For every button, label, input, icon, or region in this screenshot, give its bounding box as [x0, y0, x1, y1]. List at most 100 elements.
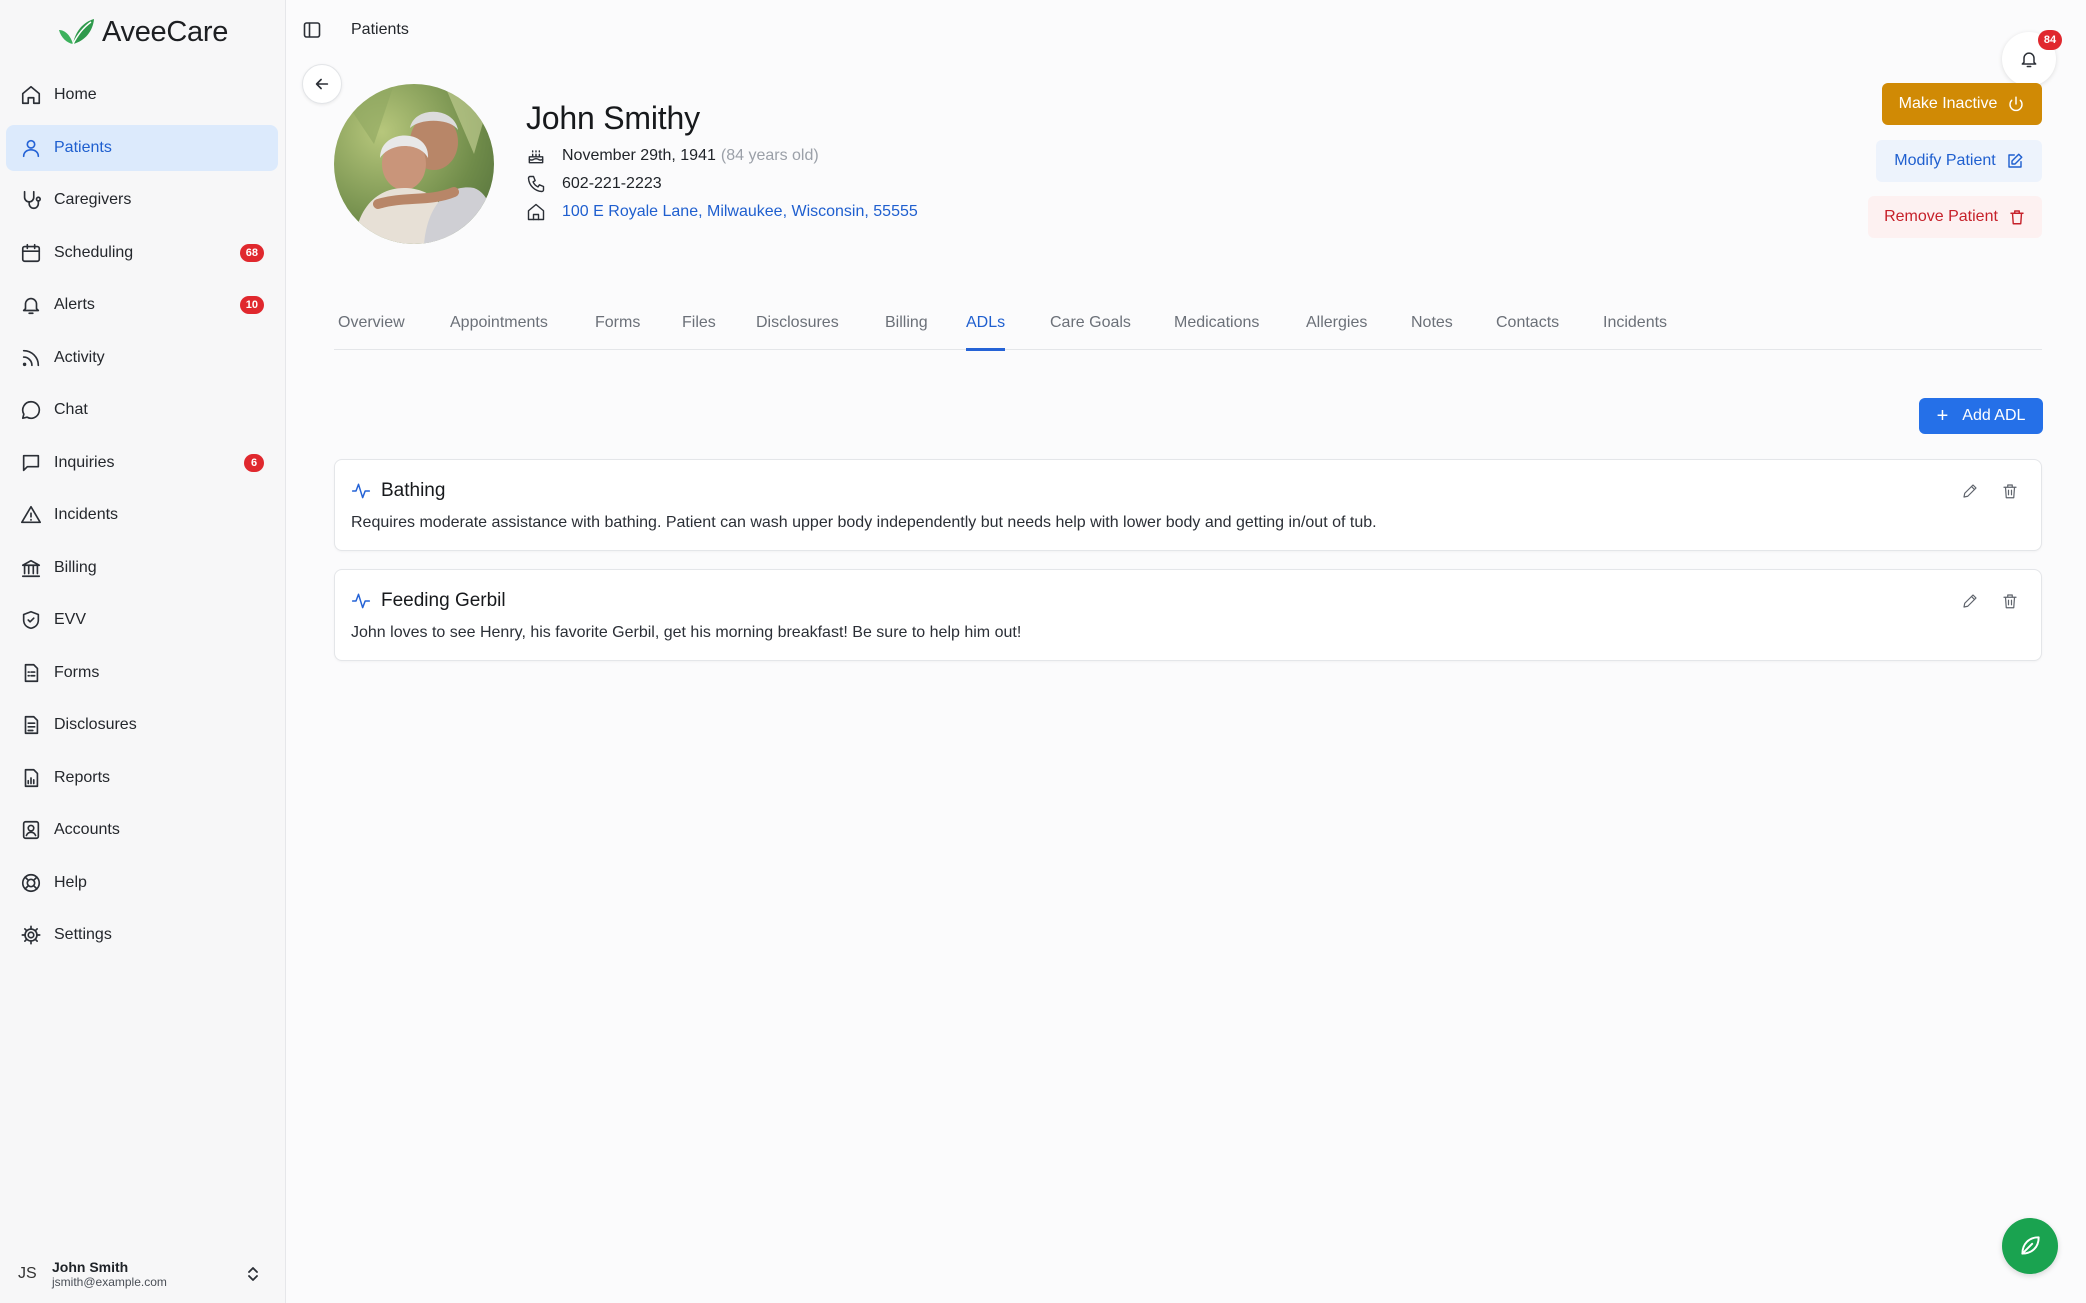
tab-forms[interactable]: Forms: [595, 314, 640, 348]
sidebar-item-scheduling[interactable]: Scheduling 68: [6, 230, 278, 276]
notification-count-badge: 84: [2038, 30, 2062, 50]
sidebar-item-help[interactable]: Help: [6, 860, 278, 906]
message-square-icon: [20, 452, 42, 474]
tab-care-goals[interactable]: Care Goals: [1050, 314, 1131, 348]
sidebar-toggle-icon[interactable]: [302, 20, 322, 40]
make-inactive-label: Make Inactive: [1898, 95, 1998, 112]
leaf-logo-icon: [59, 19, 94, 45]
brand-name: AveeCare: [102, 15, 229, 48]
sidebar-item-billing[interactable]: Billing: [6, 545, 278, 591]
sidebar-item-inquiries[interactable]: Inquiries 6: [6, 440, 278, 486]
sidebar-item-label: Alerts: [54, 296, 95, 313]
alerts-count-badge: 10: [239, 296, 264, 314]
tab-appointments[interactable]: Appointments: [450, 314, 548, 348]
bell-icon: [20, 294, 42, 316]
phone-icon: [526, 174, 546, 194]
stethoscope-icon: [20, 189, 42, 211]
tab-allergies[interactable]: Allergies: [1306, 314, 1367, 348]
sidebar-item-home[interactable]: Home: [6, 72, 278, 118]
adl-description: Requires moderate assistance with bathin…: [351, 514, 1377, 531]
adl-description: John loves to see Henry, his favorite Ge…: [351, 624, 1022, 641]
chevron-up-down-icon: [248, 1267, 258, 1281]
bell-icon: [2021, 52, 2037, 68]
home-icon: [20, 84, 42, 106]
tab-billing[interactable]: Billing: [885, 314, 928, 348]
tab-files[interactable]: Files: [682, 314, 716, 348]
sidebar-item-forms[interactable]: Forms: [6, 650, 278, 696]
sidebar-item-label: Forms: [54, 663, 100, 681]
sidebar-item-disclosures[interactable]: Disclosures: [6, 702, 278, 748]
user-info: John Smith jsmith@example.com: [52, 1259, 167, 1289]
edit-adl-button[interactable]: [1961, 482, 1979, 500]
adl-title: Bathing: [381, 480, 446, 501]
patient-address-link[interactable]: 100 E Royale Lane, Milwaukee, Wisconsin,…: [562, 203, 918, 221]
breadcrumb[interactable]: Patients: [351, 21, 409, 39]
sidebar-item-accounts[interactable]: Accounts: [6, 807, 278, 853]
sidebar-item-activity[interactable]: Activity: [6, 335, 278, 381]
user-account-menu[interactable]: JS John Smith jsmith@example.com: [18, 1256, 274, 1292]
adl-card: Feeding Gerbil John loves to see Henry, …: [334, 569, 2042, 661]
sidebar-nav: Home Patients Caregivers Scheduling 68 A…: [6, 72, 278, 965]
patient-name: John Smithy: [526, 100, 700, 136]
pencil-icon: [1963, 484, 1977, 498]
adl-card: Bathing Requires moderate assistance wit…: [334, 459, 2042, 551]
report-chart-icon: [20, 767, 42, 789]
birthday-cake-icon: [526, 146, 546, 166]
tab-incidents[interactable]: Incidents: [1603, 314, 1667, 348]
modify-patient-button[interactable]: Modify Patient: [1876, 140, 2042, 182]
patient-photo: [334, 84, 494, 244]
delete-adl-button[interactable]: [2001, 482, 2019, 500]
make-inactive-button[interactable]: Make Inactive: [1882, 83, 2042, 125]
delete-adl-button[interactable]: [2001, 592, 2019, 610]
sidebar-item-label: Activity: [54, 348, 105, 366]
adl-title: Feeding Gerbil: [381, 590, 506, 611]
add-adl-button[interactable]: + Add ADL: [1919, 398, 2043, 434]
patient-portrait-image: [334, 84, 494, 244]
tab-disclosures[interactable]: Disclosures: [756, 314, 839, 348]
sidebar-item-incidents[interactable]: Incidents: [6, 492, 278, 538]
tab-contacts[interactable]: Contacts: [1496, 314, 1559, 348]
sidebar: AveeCare Home Patients Caregivers Schedu…: [0, 0, 286, 1303]
sidebar-item-label: Chat: [54, 401, 88, 418]
sidebar-item-label: Caregivers: [54, 191, 132, 208]
arrow-left-icon: [315, 78, 329, 90]
tab-notes[interactable]: Notes: [1411, 314, 1453, 348]
inquiries-count-badge: 6: [244, 453, 264, 472]
user-email: jsmith@example.com: [52, 1275, 167, 1289]
edit-square-icon: [2006, 152, 2024, 170]
sidebar-item-label: Accounts: [54, 821, 120, 838]
user-name: John Smith: [52, 1259, 129, 1275]
tab-overview[interactable]: Overview: [338, 314, 405, 348]
back-button[interactable]: [302, 64, 342, 104]
scheduling-count-badge: 68: [239, 243, 264, 262]
sidebar-item-caregivers[interactable]: Caregivers: [6, 177, 278, 223]
sidebar-item-alerts[interactable]: Alerts 10: [6, 282, 278, 328]
patient-phone: 602-221-2223: [562, 175, 662, 192]
patient-address-row: 100 E Royale Lane, Milwaukee, Wisconsin,…: [526, 202, 918, 222]
patient-age: (84 years old): [720, 147, 819, 164]
rss-icon: [20, 347, 42, 369]
logo[interactable]: AveeCare: [56, 14, 228, 50]
sidebar-item-settings[interactable]: Settings: [6, 912, 278, 958]
sidebar-item-chat[interactable]: Chat: [6, 387, 278, 433]
assistant-fab-button[interactable]: [2002, 1218, 2058, 1274]
add-adl-label: Add ADL: [1962, 407, 2026, 424]
sidebar-item-patients[interactable]: Patients: [6, 124, 278, 171]
edit-adl-button[interactable]: [1961, 592, 1979, 610]
sidebar-item-evv[interactable]: EVV: [6, 597, 278, 643]
sidebar-item-label: Inquiries: [54, 453, 115, 471]
patient-dob: November 29th, 1941: [562, 147, 716, 164]
tab-medications[interactable]: Medications: [1174, 314, 1259, 348]
remove-patient-button[interactable]: Remove Patient: [1868, 196, 2042, 238]
form-document-icon: [20, 662, 42, 684]
chat-bubble-icon: [20, 399, 42, 421]
sidebar-item-label: Billing: [54, 558, 97, 576]
remove-patient-label: Remove Patient: [1884, 208, 1998, 225]
sidebar-item-reports[interactable]: Reports: [6, 755, 278, 801]
sidebar-item-label: Help: [54, 873, 87, 891]
tab-adls[interactable]: ADLs: [966, 314, 1006, 351]
adl-title-row: Bathing: [351, 480, 445, 502]
sidebar-item-label: Patients: [54, 138, 112, 156]
adl-title-row: Feeding Gerbil: [351, 590, 506, 612]
modify-patient-label: Modify Patient: [1894, 152, 1996, 169]
